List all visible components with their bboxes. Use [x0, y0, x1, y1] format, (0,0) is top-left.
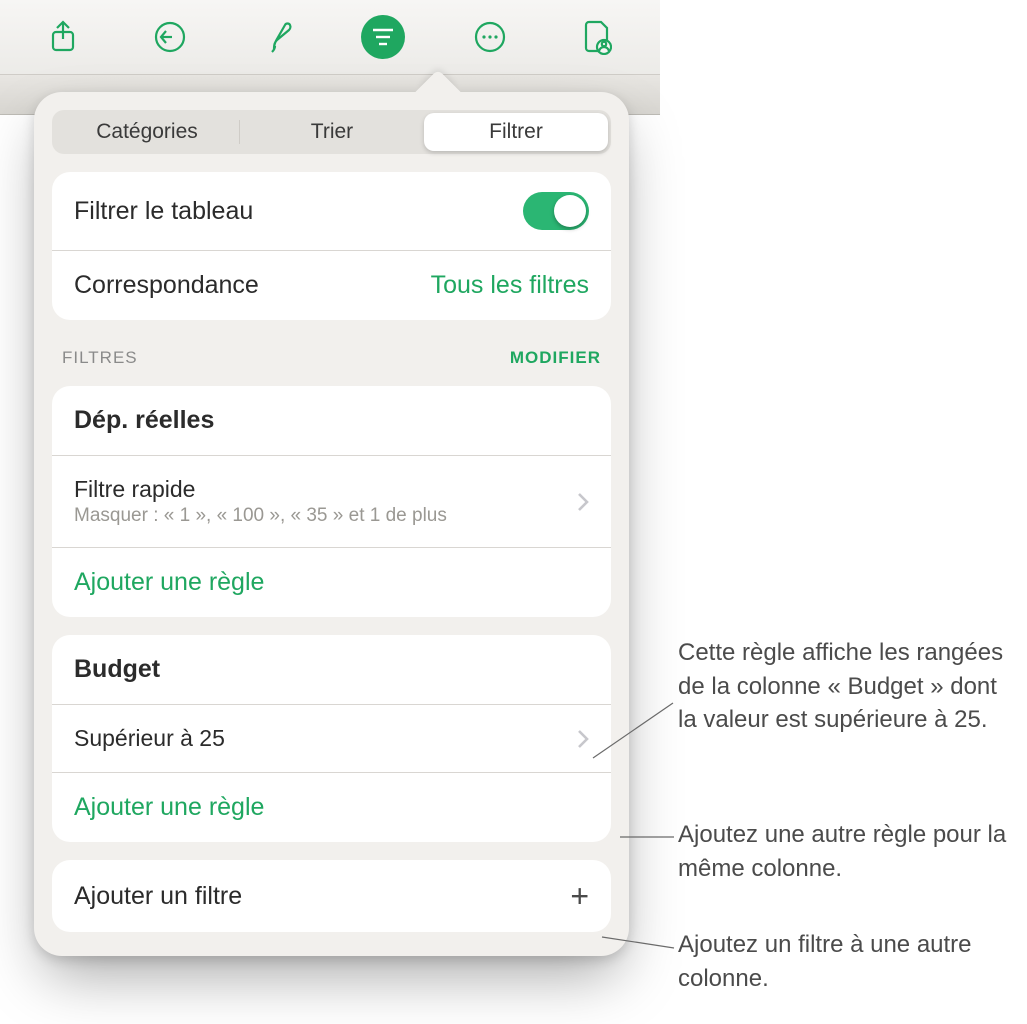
plus-icon: + — [570, 880, 589, 912]
group2-add-rule-label: Ajouter une règle — [74, 793, 264, 822]
toolbar — [0, 0, 660, 75]
group1-rule-title: Filtre rapide — [74, 476, 577, 503]
match-label: Correspondance — [74, 271, 259, 300]
filters-section-header: filtres modifier — [62, 348, 601, 368]
collaborate-icon[interactable] — [575, 15, 619, 59]
tab-sort-label: Trier — [311, 120, 353, 144]
group1-rule-row[interactable]: Filtre rapide Masquer : « 1 », « 100 », … — [52, 455, 611, 547]
tab-filter-label: Filtrer — [489, 120, 543, 144]
more-icon[interactable] — [468, 15, 512, 59]
tab-categories[interactable]: Catégories — [55, 113, 239, 151]
filter-table-toggle[interactable] — [523, 192, 589, 230]
callout-leader-3 — [602, 936, 680, 938]
modify-button[interactable]: modifier — [510, 348, 601, 368]
group2-rule-title: Supérieur à 25 — [74, 725, 225, 752]
chevron-right-icon — [577, 729, 589, 749]
filter-table-row: Filtrer le tableau — [52, 172, 611, 250]
add-filter-card: Ajouter un filtre + — [52, 860, 611, 932]
group2-heading-row: Budget — [52, 635, 611, 704]
group2-add-rule[interactable]: Ajouter une règle — [52, 772, 611, 842]
group1-rule-sub: Masquer : « 1 », « 100 », « 35 » et 1 de… — [74, 505, 577, 527]
add-filter-label: Ajouter un filtre — [74, 882, 242, 911]
group2-title: Budget — [74, 655, 160, 684]
callout-add-filter: Ajoutez un filtre à une autre colonne. — [678, 928, 978, 995]
filters-section-label: filtres — [62, 348, 138, 368]
tab-filter[interactable]: Filtrer — [424, 113, 608, 151]
match-row[interactable]: Correspondance Tous les filtres — [52, 250, 611, 320]
format-brush-icon[interactable] — [255, 15, 299, 59]
filter-group-dep-reelles: Dép. réelles Filtre rapide Masquer : « 1… — [52, 386, 611, 617]
segmented-control: Catégories Trier Filtrer — [52, 110, 611, 154]
group1-add-rule-label: Ajouter une règle — [74, 568, 264, 597]
filter-table-label: Filtrer le tableau — [74, 197, 253, 226]
chevron-right-icon — [577, 492, 589, 512]
group1-add-rule[interactable]: Ajouter une règle — [52, 547, 611, 617]
add-filter-row[interactable]: Ajouter un filtre + — [52, 860, 611, 932]
callout-leader-2 — [620, 836, 680, 838]
organize-icon[interactable] — [361, 15, 405, 59]
tab-sort[interactable]: Trier — [240, 113, 424, 151]
match-value: Tous les filtres — [431, 271, 589, 300]
share-icon[interactable] — [41, 15, 85, 59]
filter-settings-card: Filtrer le tableau Correspondance Tous l… — [52, 172, 611, 320]
organize-popover: Catégories Trier Filtrer Filtrer le tabl… — [34, 92, 629, 956]
callout-rule-description: Cette règle affiche les rangées de la co… — [678, 636, 1018, 737]
tab-categories-label: Catégories — [96, 120, 198, 144]
group2-rule-row[interactable]: Supérieur à 25 — [52, 704, 611, 772]
callout-add-rule: Ajoutez une autre règle pour la même col… — [678, 818, 1008, 885]
filter-group-budget: Budget Supérieur à 25 Ajouter une règle — [52, 635, 611, 842]
group1-heading-row: Dép. réelles — [52, 386, 611, 455]
undo-icon[interactable] — [148, 15, 192, 59]
group1-title: Dép. réelles — [74, 406, 214, 435]
callout-leader-1 — [593, 757, 683, 759]
